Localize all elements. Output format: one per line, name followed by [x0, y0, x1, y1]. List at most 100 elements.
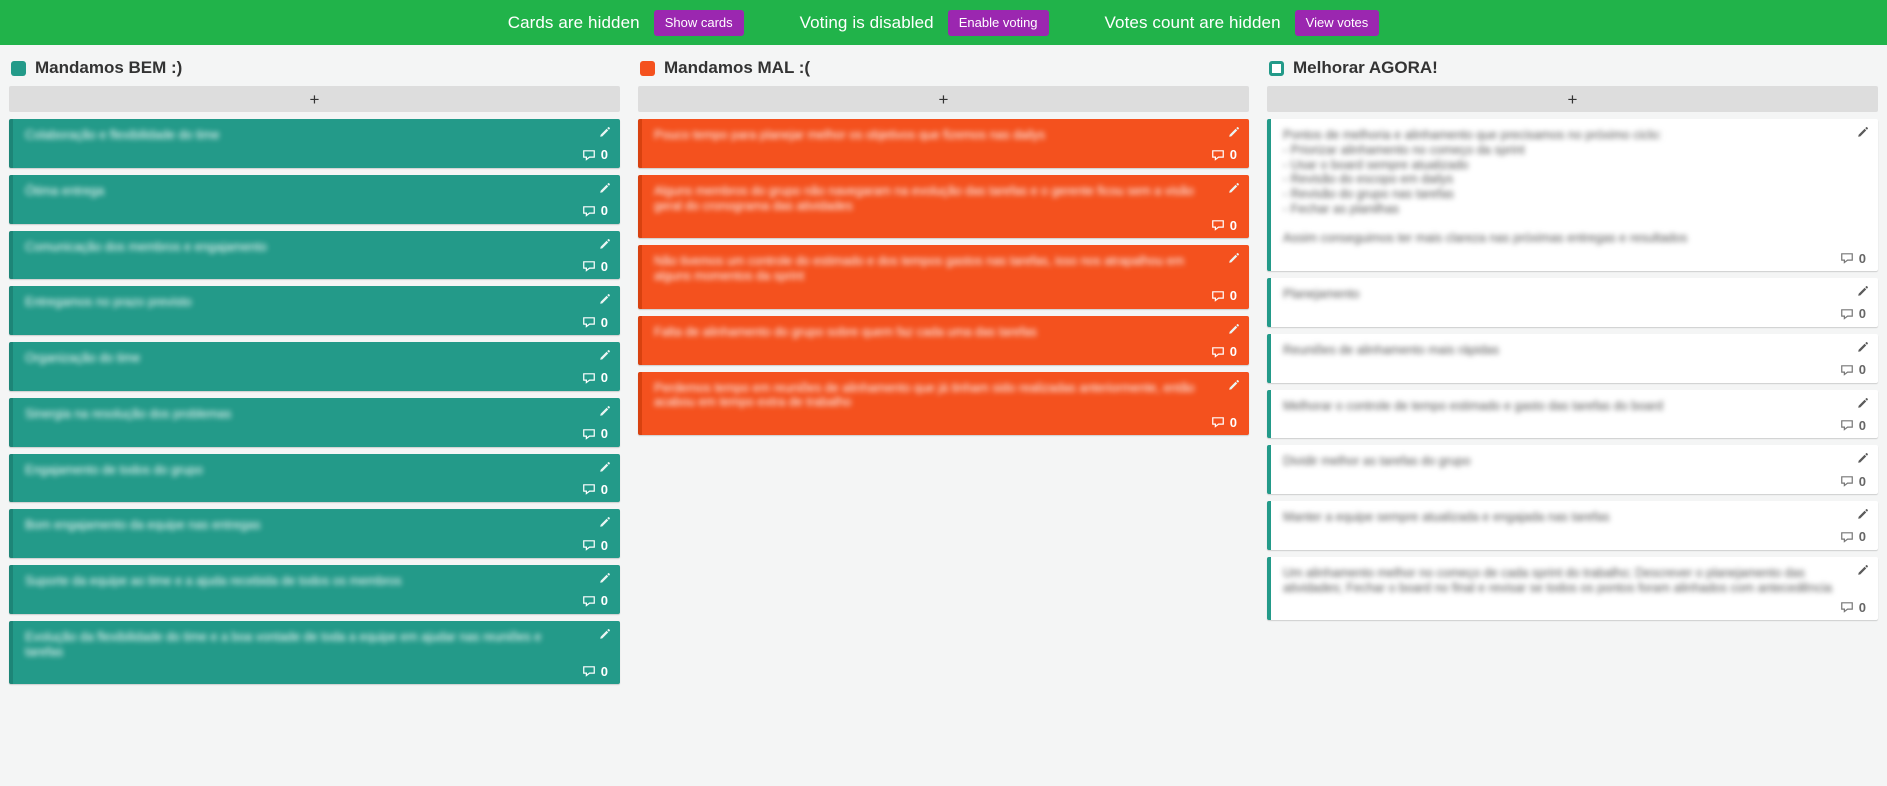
column-title: Mandamos BEM :) — [35, 58, 183, 77]
card-footer: 0 — [1283, 417, 1866, 433]
card-footer: 0 — [654, 414, 1237, 430]
comment-bubble-icon[interactable] — [582, 664, 596, 678]
retro-card[interactable]: Entregamos no prazo previsto 0 — [9, 286, 620, 335]
comment-bubble-icon[interactable] — [582, 427, 596, 441]
card-footer: 0 — [1283, 599, 1866, 615]
retro-card[interactable]: Pouco tempo para planejar melhor os obje… — [638, 119, 1249, 168]
card-text: Organização do time — [25, 351, 141, 365]
plus-icon: + — [938, 89, 949, 109]
card-footer: 0 — [654, 344, 1237, 360]
comment-bubble-icon[interactable] — [1840, 307, 1854, 321]
column-title: Mandamos MAL :( — [664, 58, 811, 77]
comment-count: 0 — [1858, 306, 1866, 322]
comment-bubble-icon[interactable] — [1840, 363, 1854, 377]
card-footer: 0 — [1283, 250, 1866, 266]
retro-card[interactable]: Não tivemos um controle do estimado e do… — [638, 245, 1249, 309]
cards-visibility-group: Cards are hidden Show cards — [480, 9, 772, 36]
top-toolbar: Cards are hidden Show cards Voting is di… — [0, 0, 1887, 45]
comment-count: 0 — [600, 663, 608, 679]
board-column: Mandamos BEM :) + Colaboração e flexibilid… — [0, 45, 629, 786]
card-footer: 0 — [25, 314, 608, 330]
comment-count: 0 — [600, 314, 608, 330]
retro-card[interactable]: Planejamento 0 — [1267, 278, 1878, 327]
comment-bubble-icon[interactable] — [1840, 251, 1854, 265]
comment-count: 0 — [600, 481, 608, 497]
comment-bubble-icon[interactable] — [582, 259, 596, 273]
card-text: Colaboração e flexibilidade do time — [25, 128, 220, 142]
card-footer: 0 — [1283, 529, 1866, 545]
retro-card[interactable]: Manter a equipe sempre atualizada e enga… — [1267, 501, 1878, 550]
card-text: Manter a equipe sempre atualizada e enga… — [1283, 510, 1610, 524]
card-text: Bom engajamento da equipe nas entregas — [25, 518, 261, 533]
card-footer: 0 — [25, 147, 608, 163]
card-footer: 0 — [25, 593, 608, 609]
comment-count: 0 — [1858, 362, 1866, 377]
comment-count: 0 — [1858, 417, 1866, 433]
comment-bubble-icon[interactable] — [582, 315, 596, 329]
comment-count: 0 — [1858, 250, 1866, 266]
cards-status-label: Cards are hidden — [507, 12, 640, 32]
card-text: Pouco tempo para planejar melhor os obje… — [654, 128, 1046, 142]
comment-bubble-icon[interactable] — [1840, 418, 1854, 432]
comment-bubble-icon[interactable] — [1211, 218, 1225, 232]
comment-bubble-icon[interactable] — [1840, 530, 1854, 544]
retro-card[interactable]: Evolução da flexibilidade do time e a bo… — [9, 620, 620, 685]
comment-bubble-icon[interactable] — [1211, 415, 1225, 429]
retro-card[interactable]: Bom engajamento da equipe nas entregas 0 — [9, 509, 620, 558]
comment-bubble-icon[interactable] — [1840, 474, 1854, 488]
retro-card[interactable]: Melhorar o controle de tempo estimado e … — [1267, 389, 1878, 439]
retro-card[interactable]: Ótima entrega 0 — [9, 174, 620, 224]
enable-voting-button[interactable]: Enable voting — [947, 9, 1049, 36]
board-column: Mandamos MAL :( + Pouco tempo para planeja… — [629, 45, 1258, 786]
comment-count: 0 — [1229, 414, 1237, 430]
plus-icon: + — [1567, 89, 1578, 109]
card-text: Um alinhamento melhor no começo de cada … — [1283, 565, 1832, 595]
card-text: Comunicação dos membros e engajamento — [25, 239, 267, 254]
card-footer: 0 — [1283, 306, 1866, 322]
retro-card[interactable]: Suporte da equipe ao time e a ajuda rece… — [9, 565, 620, 614]
retro-card[interactable]: Sinergia na resolução dos problemas 0 — [9, 397, 620, 447]
card-footer: 0 — [654, 217, 1237, 233]
retro-card[interactable]: Falta de alinhamento do grupo sobre quem… — [638, 315, 1249, 365]
board-column: Melhorar AGORA! + Pontos de melhoria e ali… — [1258, 45, 1887, 786]
card-text: Sinergia na resolução dos problemas — [25, 406, 232, 421]
comment-bubble-icon[interactable] — [582, 482, 596, 496]
retro-card[interactable]: Colaboração e flexibilidade do time 0 — [9, 119, 620, 168]
add-card-button[interactable]: + — [638, 86, 1249, 112]
card-footer: 0 — [1283, 473, 1866, 489]
retro-card[interactable]: Comunicação dos membros e engajamento 0 — [9, 230, 620, 280]
show-cards-button[interactable]: Show cards — [653, 9, 744, 36]
column-header: Mandamos MAL :( — [638, 50, 1249, 86]
add-card-button[interactable]: + — [1267, 86, 1878, 112]
comment-bubble-icon[interactable] — [582, 371, 596, 385]
comment-count: 0 — [600, 370, 608, 386]
column-color-swatch-icon — [640, 60, 655, 76]
column-header: Mandamos BEM :) — [9, 50, 620, 86]
retro-card[interactable]: Organização do time 0 — [9, 342, 620, 391]
retro-card[interactable]: Pontos de melhoria e alinhamento que pre… — [1267, 119, 1878, 271]
retro-card[interactable]: Dividir melhor as tarefas do grupo 0 — [1267, 445, 1878, 494]
retro-card[interactable]: Um alinhamento melhor no começo de cada … — [1267, 556, 1878, 621]
retro-card[interactable]: Engajamento de todos do grupo 0 — [9, 453, 620, 503]
card-text: Evolução da flexibilidade do time e a bo… — [25, 629, 542, 659]
card-list: Pouco tempo para planejar melhor os obje… — [638, 119, 1249, 435]
view-votes-button[interactable]: View votes — [1294, 9, 1380, 36]
comment-bubble-icon[interactable] — [582, 204, 596, 218]
retro-card[interactable]: Alguns membros do grupo não navegaram na… — [638, 174, 1249, 239]
card-footer: 0 — [25, 370, 608, 386]
comment-bubble-icon[interactable] — [582, 148, 596, 162]
comment-count: 0 — [600, 537, 608, 553]
retro-card[interactable]: Reuniões de alinhamento mais rápidas 0 — [1267, 333, 1878, 383]
comment-bubble-icon[interactable] — [1840, 600, 1854, 614]
comment-bubble-icon[interactable] — [1211, 345, 1225, 359]
add-card-button[interactable]: + — [9, 86, 620, 112]
comment-bubble-icon[interactable] — [582, 594, 596, 608]
comment-count: 0 — [1229, 147, 1237, 163]
card-text: Perdemos tempo em reuniões de alinhament… — [654, 380, 1195, 410]
retro-board: Mandamos BEM :) + Colaboração e flexibilid… — [0, 45, 1887, 786]
comment-bubble-icon[interactable] — [582, 538, 596, 552]
comment-bubble-icon[interactable] — [1211, 148, 1225, 162]
comment-count: 0 — [600, 203, 608, 218]
retro-card[interactable]: Perdemos tempo em reuniões de alinhament… — [638, 371, 1249, 435]
comment-bubble-icon[interactable] — [1211, 289, 1225, 303]
